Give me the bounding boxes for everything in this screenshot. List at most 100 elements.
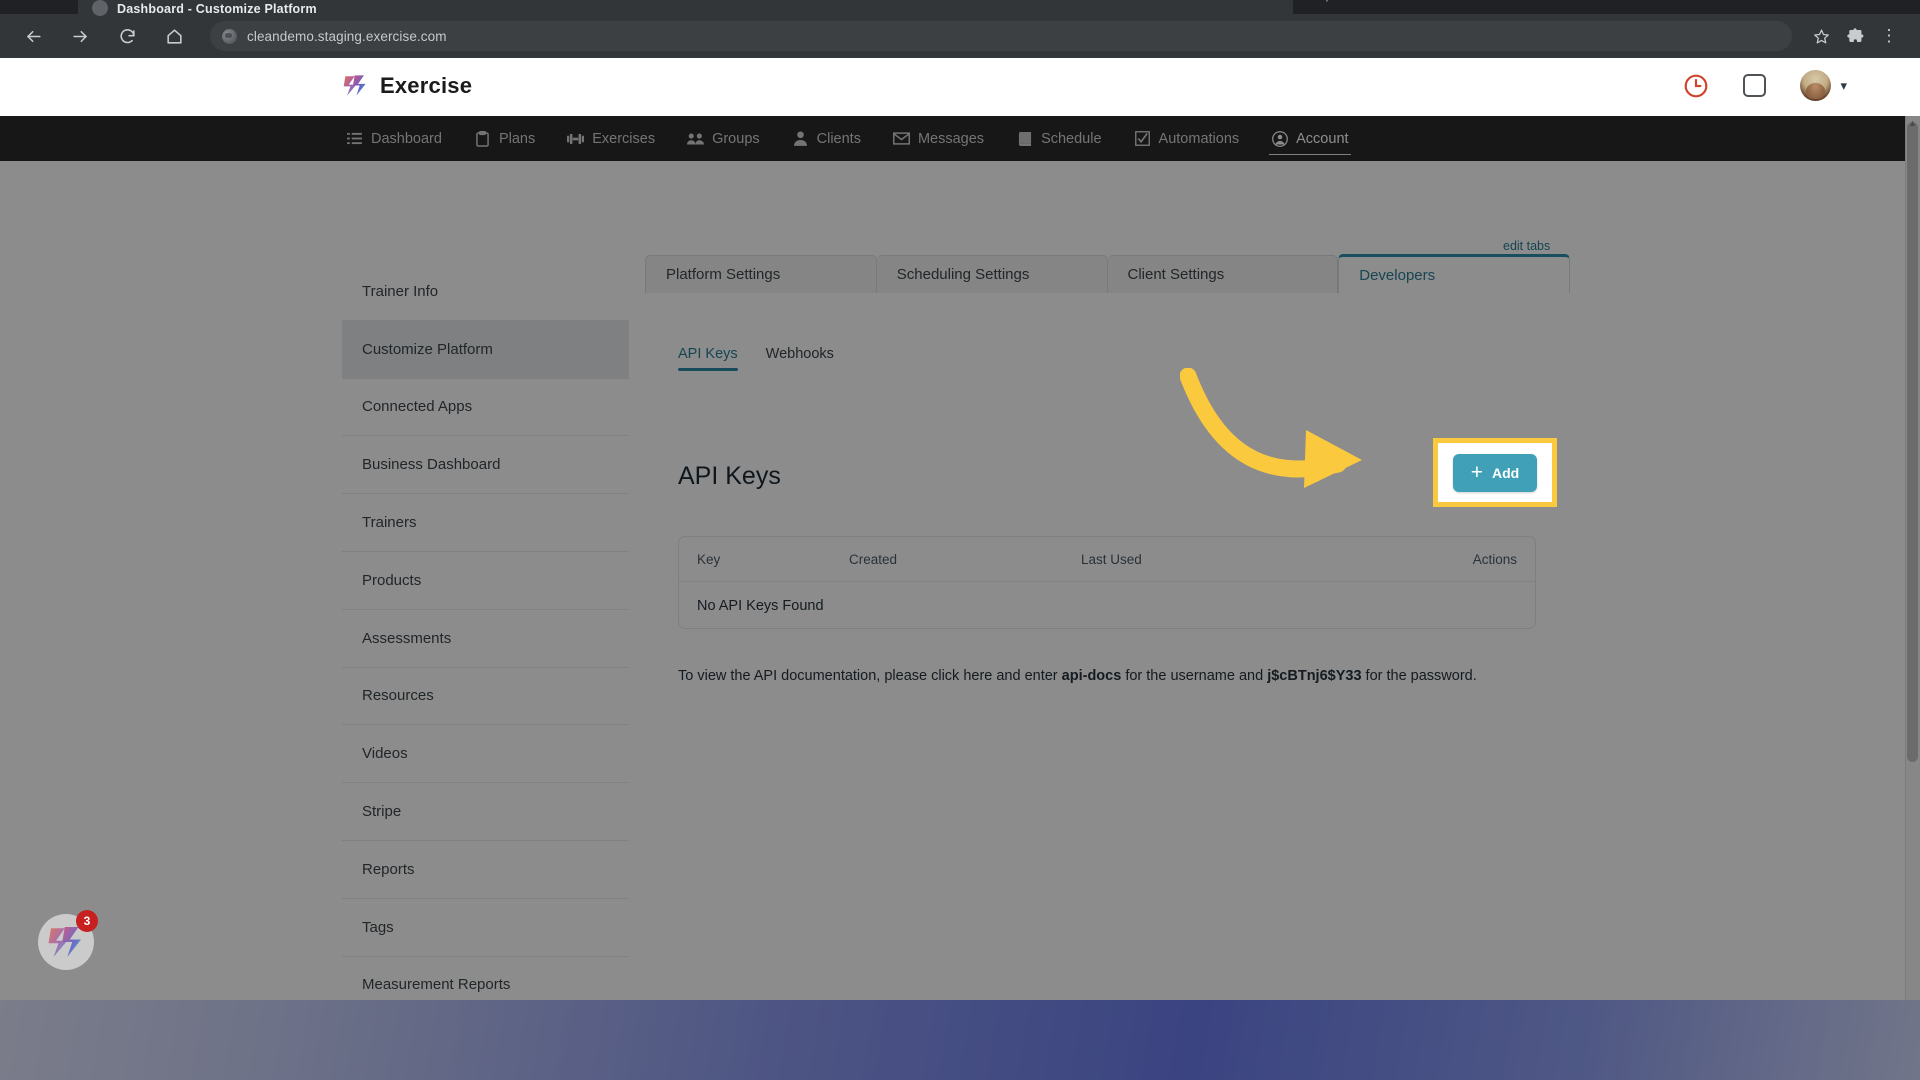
envelope-icon: [892, 131, 910, 147]
list-icon: [346, 131, 363, 147]
tab-developers[interactable]: Developers: [1338, 254, 1570, 293]
tab-client-settings[interactable]: Client Settings: [1107, 255, 1339, 293]
doc-note-part1: To view the API documentation, please cl…: [678, 668, 1062, 684]
settings-sidebar: Trainer Info Customize Platform Connecte…: [342, 263, 629, 1073]
page-scrollbar[interactable]: [1905, 116, 1920, 1058]
main-navigation: Dashboard Plans Exercises Groups Clients: [0, 116, 1905, 161]
tab-scheduling-settings[interactable]: Scheduling Settings: [876, 255, 1108, 293]
sidebar-label: Reports: [362, 860, 415, 878]
page-title: API Keys: [678, 462, 781, 490]
help-widget-button[interactable]: 3: [38, 910, 98, 970]
nav-item-groups[interactable]: Groups: [671, 116, 776, 161]
sidebar-label: Customize Platform: [362, 340, 493, 358]
plus-icon: +: [1470, 460, 1484, 484]
doc-note-username: api-docs: [1061, 668, 1122, 684]
new-tab-button[interactable]: +: [1310, 0, 1344, 14]
reload-button[interactable]: [110, 19, 144, 53]
nav-item-plans[interactable]: Plans: [458, 116, 551, 161]
clock-icon[interactable]: [1683, 73, 1709, 99]
sidebar-item-reports[interactable]: Reports: [342, 841, 629, 899]
table-empty-message: No API Keys Found: [697, 597, 824, 614]
sidebar-label: Videos: [362, 745, 408, 763]
sidebar-item-trainer-info[interactable]: Trainer Info: [342, 263, 629, 321]
sidebar-item-tags[interactable]: Tags: [342, 899, 629, 957]
nav-label: Messages: [917, 130, 985, 147]
sidebar-label: Stripe: [362, 803, 402, 821]
nav-label: Account: [1296, 130, 1349, 147]
sidebar-item-trainers[interactable]: Trainers: [342, 494, 629, 552]
user-menu[interactable]: ▾: [1800, 70, 1847, 101]
column-header-key: Key: [697, 551, 721, 567]
api-doc-note: To view the API documentation, please cl…: [678, 668, 1477, 684]
browser-tab-strip: Dashboard - Customize Platform +: [0, 0, 1920, 18]
subtab-label: Webhooks: [765, 346, 834, 362]
subtab-webhooks[interactable]: Webhooks: [766, 346, 834, 371]
sidebar-label: Trainers: [362, 514, 417, 532]
globe-icon: [222, 28, 237, 44]
nav-item-exercises[interactable]: Exercises: [551, 116, 671, 161]
brand-name: Exercise: [380, 72, 473, 98]
nav-item-clients[interactable]: Clients: [776, 116, 877, 161]
nav-item-account[interactable]: Account: [1255, 116, 1364, 161]
sidebar-item-connected-apps[interactable]: Connected Apps: [342, 379, 629, 437]
forward-button[interactable]: [63, 19, 97, 53]
scrollbar-thumb[interactable]: [1907, 122, 1918, 762]
extensions-icon[interactable]: [1840, 21, 1870, 51]
web-page: Exercise ▾ Dashboard Plans Exercises Gro…: [0, 58, 1920, 1080]
nav-label: Schedule: [1041, 130, 1102, 147]
sidebar-item-business-dashboard[interactable]: Business Dashboard: [342, 436, 629, 495]
sidebar-item-videos[interactable]: Videos: [342, 725, 629, 784]
table-header-row: Key Created Last Used Actions: [679, 537, 1535, 582]
annotation-arrow-icon: [1180, 368, 1362, 488]
back-button[interactable]: [16, 19, 50, 53]
clipboard-icon: [474, 130, 491, 147]
nav-label: Dashboard: [371, 130, 442, 147]
column-header-actions: Actions: [1472, 551, 1517, 567]
header-actions: ▾: [1683, 70, 1847, 101]
brand[interactable]: Exercise: [342, 72, 472, 99]
dumbbell-icon: [567, 131, 585, 147]
book-icon: [1016, 131, 1033, 147]
sidebar-label: Business Dashboard: [362, 456, 501, 474]
sidebar-item-stripe[interactable]: Stripe: [342, 783, 629, 841]
nav-label: Clients: [816, 130, 861, 147]
sidebar-item-resources[interactable]: Resources: [342, 668, 629, 726]
sidebar-item-products[interactable]: Products: [342, 552, 629, 610]
nav-item-schedule[interactable]: Schedule: [1000, 116, 1117, 161]
chevron-down-icon: ▾: [1840, 77, 1847, 93]
sidebar-label: Connected Apps: [362, 398, 473, 416]
settings-tabs: Platform Settings Scheduling Settings Cl…: [645, 254, 1570, 293]
sidebar-label: Assessments: [362, 629, 452, 647]
account-circle-icon: [1271, 130, 1288, 147]
browser-menu-button[interactable]: ⋮: [1874, 21, 1904, 51]
tab-platform-settings[interactable]: Platform Settings: [645, 255, 877, 293]
exercise-logo-icon: [343, 75, 366, 96]
address-bar[interactable]: cleandemo.staging.exercise.com: [210, 21, 1792, 51]
address-bar-url: cleandemo.staging.exercise.com: [247, 28, 447, 44]
column-header-last-used: Last Used: [1081, 551, 1142, 567]
developer-subtabs: API Keys Webhooks: [678, 346, 834, 371]
square-icon[interactable]: [1743, 74, 1767, 97]
nav-item-messages[interactable]: Messages: [877, 116, 1000, 161]
nav-label: Plans: [498, 130, 536, 147]
tab-label: Developers: [1359, 266, 1436, 284]
sidebar-item-assessments[interactable]: Assessments: [342, 610, 629, 668]
nav-item-automations[interactable]: Automations: [1118, 116, 1256, 161]
tab-label: Scheduling Settings: [896, 266, 1030, 283]
doc-note-part3: for the password.: [1361, 668, 1477, 684]
doc-note-password: j$cBTnj6$Y33: [1267, 668, 1362, 684]
scroll-up-arrow-icon[interactable]: ▲: [1908, 118, 1917, 128]
checkbox-icon: [1134, 131, 1151, 147]
nav-label: Groups: [712, 130, 760, 147]
bookmark-star-icon[interactable]: [1806, 21, 1836, 51]
add-api-key-button[interactable]: + Add: [1453, 454, 1537, 492]
column-header-created: Created: [849, 551, 898, 567]
nav-label: Automations: [1158, 130, 1240, 147]
home-button[interactable]: [157, 19, 191, 53]
nav-item-dashboard[interactable]: Dashboard: [330, 116, 458, 161]
subtab-api-keys[interactable]: API Keys: [678, 346, 738, 371]
sidebar-label: Trainer Info: [362, 282, 439, 300]
edit-tabs-link[interactable]: edit tabs: [1503, 239, 1550, 253]
subtab-label: API Keys: [678, 346, 738, 362]
sidebar-item-customize-platform[interactable]: Customize Platform: [342, 320, 629, 379]
